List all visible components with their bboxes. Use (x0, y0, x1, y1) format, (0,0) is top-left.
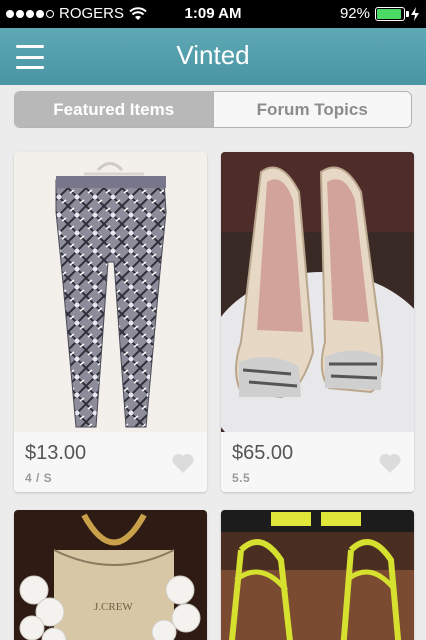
item-info: $65.00 5.5 (221, 432, 414, 492)
status-bar: ROGERS 1:09 AM 92% (0, 0, 426, 28)
battery-fill (377, 8, 401, 19)
item-info: $13.00 4 / S (14, 432, 207, 492)
tab-switcher: Featured Items Forum Topics (14, 91, 412, 128)
status-right: 92% (340, 5, 420, 22)
tab-forum-topics[interactable]: Forum Topics (212, 92, 412, 127)
app-header: Vinted (0, 28, 426, 85)
item-photo-heels[interactable] (221, 152, 414, 432)
app-title: Vinted (176, 40, 250, 70)
item-card[interactable] (221, 510, 414, 640)
item-photo-leggings[interactable] (14, 152, 207, 432)
item-photo-necklace[interactable]: J.CREW (14, 510, 207, 640)
tab-featured-items[interactable]: Featured Items (15, 92, 213, 127)
battery-icon (375, 6, 409, 21)
item-card[interactable]: J.CREW (14, 510, 207, 640)
battery-percent: 92% (339, 5, 370, 22)
item-card[interactable]: $13.00 4 / S (14, 152, 207, 492)
item-card[interactable]: $65.00 5.5 (221, 152, 414, 492)
svg-text:J.CREW: J.CREW (94, 601, 133, 613)
heart-icon[interactable] (378, 452, 402, 474)
heart-icon[interactable] (171, 452, 195, 474)
item-photo-yellow-heels[interactable] (221, 510, 414, 640)
charging-bolt-icon (411, 6, 419, 21)
